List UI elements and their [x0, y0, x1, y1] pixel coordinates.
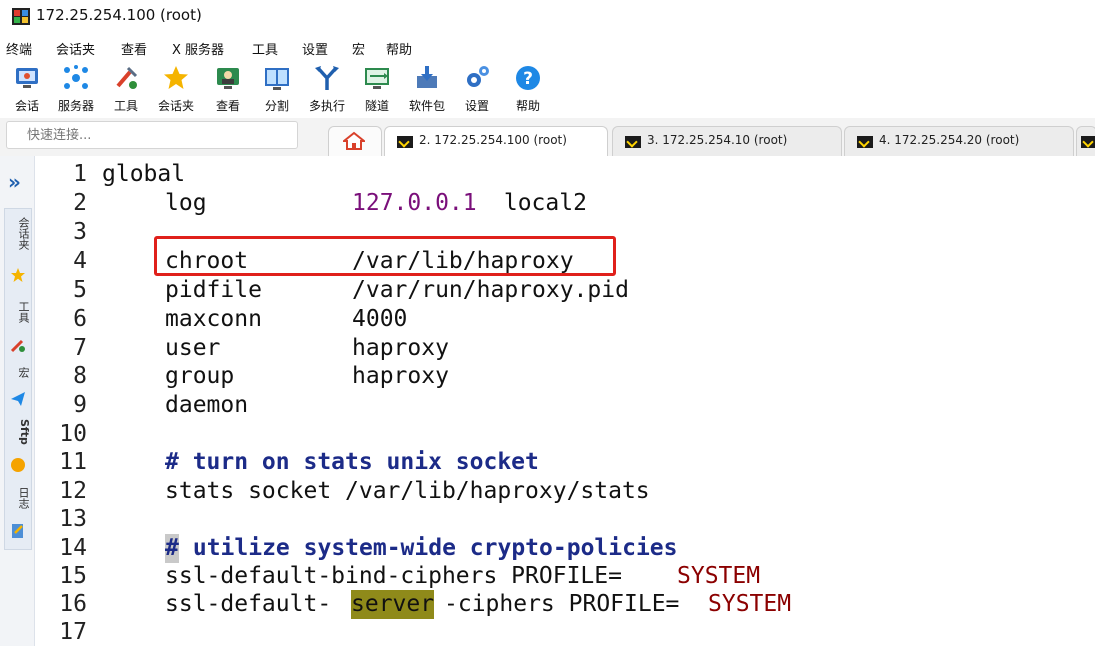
code-line-17: 17: [59, 619, 87, 645]
cursor: #: [165, 534, 179, 563]
settings-icon: [467, 66, 489, 87]
view-button[interactable]: 查看: [206, 62, 250, 116]
multiexec-button[interactable]: 多执行: [305, 62, 349, 116]
terminal-icon: [857, 136, 873, 148]
menu-view[interactable]: 查看: [121, 39, 147, 58]
window-title: 172.25.254.100 (root): [36, 6, 202, 24]
code-line-2: 2 log 127.0.0.1 local2: [73, 190, 587, 216]
annotation-highlight-box: [154, 236, 616, 276]
code-line-15: 15 ssl-default-bind-ciphers PROFILE= SYSTE…: [59, 563, 761, 589]
send-icon: [11, 392, 25, 406]
terminal-icon: [1081, 136, 1095, 148]
code-line-11: 11 # turn on stats unix socket: [59, 449, 539, 475]
terminal-editor[interactable]: 1 global 2 log 127.0.0.1 local2 3 4 chroot/v…: [35, 156, 1095, 646]
code-line-13: 13: [59, 506, 87, 532]
tab-session-4[interactable]: 4. 172.25.254.20 (root): [844, 126, 1074, 157]
quick-connect: [6, 121, 298, 149]
session-icon: [16, 68, 38, 88]
code-line-9: 9 daemon: [73, 392, 249, 418]
menu-bar: 终端 会话夹 查看 X 服务器 工具 设置 宏 帮助: [0, 36, 1095, 60]
settings-button[interactable]: 设置: [455, 62, 499, 116]
side-tab-sessions[interactable]: 会话夹: [5, 217, 31, 250]
code-line-5: 5 pidfile/var/run/haproxy.pid: [73, 277, 629, 303]
menu-sessions[interactable]: 会话夹: [56, 39, 95, 58]
code-line-8: 8 group haproxy: [73, 363, 449, 389]
star-icon: [164, 66, 188, 89]
sftp-icon: [11, 458, 25, 472]
code-line-16: 16 ssl-default-server -ciphers PROFILE= SYS…: [59, 590, 792, 619]
tunnel-button[interactable]: 隧道: [355, 62, 399, 116]
star-icon: [11, 268, 25, 282]
app-icon: [12, 8, 30, 25]
code-line-6: 6 maxconn 4000: [73, 306, 408, 332]
search-match: server: [351, 590, 435, 619]
menu-help[interactable]: 帮助: [386, 39, 412, 58]
tunnel-icon: [365, 68, 389, 89]
tab-session-2[interactable]: 2. 172.25.254.100 (root): [384, 126, 608, 157]
log-icon: [12, 524, 23, 538]
tab-session-3[interactable]: 3. 172.25.254.10 (root): [612, 126, 842, 157]
packages-button[interactable]: 软件包: [405, 62, 449, 116]
code-line-1: 1 global: [73, 161, 186, 187]
tab-overflow[interactable]: [1076, 126, 1095, 157]
tools-icon: [116, 66, 138, 89]
code-line-7: 7 user haproxy: [73, 335, 449, 361]
quick-connect-input[interactable]: [7, 122, 297, 146]
tools-button[interactable]: 工具: [104, 62, 148, 116]
side-tab-macros[interactable]: 宏: [5, 367, 31, 378]
split-icon: [265, 68, 289, 90]
menu-tools[interactable]: 工具: [252, 39, 278, 58]
toolbar: 会话 服务器 工具 会话夹 查看 分割 多执行 隧道 软件包 设置 ? 帮助: [0, 60, 1095, 118]
svg-text:?: ?: [523, 69, 533, 89]
help-icon: ?: [516, 66, 540, 90]
terminal-icon: [397, 136, 413, 148]
tab-row: 2. 172.25.254.100 (root) 3. 172.25.254.1…: [0, 118, 1095, 157]
side-tab-tools[interactable]: 工具: [5, 301, 31, 323]
home-tab[interactable]: [328, 126, 382, 157]
help-button[interactable]: ? 帮助: [506, 62, 550, 116]
home-icon: [343, 131, 365, 150]
code-line-12: 12 stats socket /var/lib/haproxy/stats: [59, 478, 650, 504]
menu-xserver[interactable]: X 服务器: [172, 39, 224, 58]
menu-macros[interactable]: 宏: [352, 39, 365, 58]
title-bar: 172.25.254.100 (root): [0, 0, 1095, 34]
menu-settings[interactable]: 设置: [302, 39, 328, 58]
expand-sidebar-icon[interactable]: »: [8, 170, 21, 194]
side-tab-log[interactable]: 日志: [5, 487, 31, 509]
split-button[interactable]: 分割: [255, 62, 299, 116]
side-panel-tabs: 会话夹 工具 宏 Sftp 日志: [4, 208, 32, 550]
tools-icon: [10, 339, 25, 353]
packages-icon: [417, 66, 437, 88]
side-panel-bar: » 会话夹 工具 宏 Sftp 日志: [0, 156, 35, 646]
menu-terminal[interactable]: 终端: [6, 39, 32, 58]
servers-icon: [64, 65, 88, 89]
terminal-icon: [625, 136, 641, 148]
session-button[interactable]: 会话: [5, 62, 49, 116]
servers-button[interactable]: 服务器: [54, 62, 98, 116]
multiexec-icon: [315, 66, 339, 90]
side-tab-sftp[interactable]: Sftp: [5, 419, 31, 445]
code-line-10: 10: [59, 421, 87, 447]
sessions-folder-button[interactable]: 会话夹: [154, 62, 198, 116]
code-line-14: 14 # utilize system-wide crypto-policies: [59, 534, 678, 563]
view-icon: [217, 68, 239, 89]
